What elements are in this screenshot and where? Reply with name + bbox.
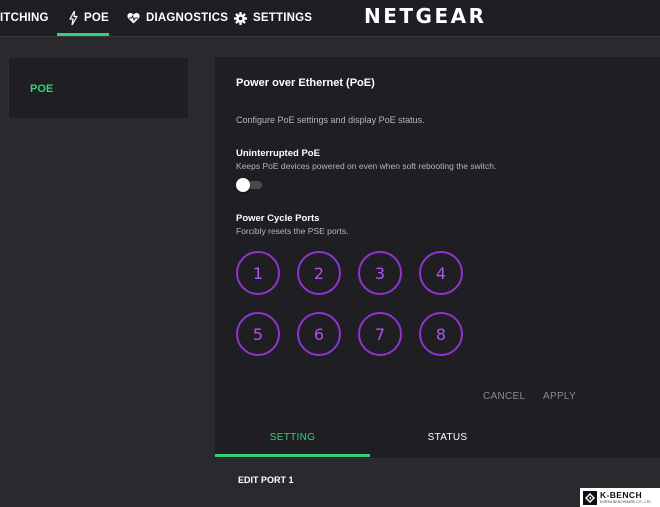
- toggle-knob: [236, 178, 250, 192]
- apply-button[interactable]: APPLY: [543, 391, 576, 402]
- netgear-logo: NETGEAR: [364, 4, 487, 28]
- uninterrupted-poe-description: Keeps PoE devices powered on even when s…: [236, 161, 497, 171]
- page-title: Power over Ethernet (PoE): [236, 77, 375, 89]
- page-description: Configure PoE settings and display PoE s…: [236, 115, 425, 125]
- sidebar: POE: [8, 57, 189, 119]
- nav-tab-settings[interactable]: SETTINGS: [234, 0, 312, 36]
- sidebar-item-poe[interactable]: POE: [30, 83, 53, 95]
- uninterrupted-poe-title: Uninterrupted PoE: [236, 148, 320, 159]
- port-button-4[interactable]: 4: [419, 251, 463, 295]
- power-cycle-ports-title: Power Cycle Ports: [236, 213, 320, 224]
- nav-tab-switching[interactable]: ITCHING: [0, 0, 48, 36]
- watermark-title: K-BENCH: [600, 490, 642, 500]
- port-button-3[interactable]: 3: [358, 251, 402, 295]
- nav-tab-poe[interactable]: POE: [57, 0, 109, 36]
- edit-port-title: EDIT PORT 1: [238, 475, 294, 485]
- port-button-2[interactable]: 2: [297, 251, 341, 295]
- port-button-5[interactable]: 5: [236, 312, 280, 356]
- cancel-button[interactable]: CANCEL: [483, 391, 525, 402]
- nav-divider: [0, 36, 660, 37]
- gear-icon: [234, 11, 247, 25]
- tab-status[interactable]: STATUS: [370, 417, 525, 457]
- port-button-8[interactable]: 8: [419, 312, 463, 356]
- nav-tab-switching-label: ITCHING: [0, 12, 49, 24]
- power-cycle-ports-description: Forcibly resets the PSE ports.: [236, 226, 349, 236]
- nav-tab-diagnostics-label: DIAGNOSTICS: [146, 12, 229, 24]
- port-button-7[interactable]: 7: [358, 312, 402, 356]
- watermark-subtitle: KOREA BENCHMARK CO., LTD.: [600, 499, 652, 504]
- heartbeat-icon: [127, 12, 140, 24]
- uninterrupted-poe-toggle[interactable]: [236, 178, 262, 192]
- kbench-logo-icon: [583, 490, 597, 505]
- nav-tab-diagnostics[interactable]: DIAGNOSTICS: [127, 0, 228, 36]
- port-button-6[interactable]: 6: [297, 312, 341, 356]
- kbench-watermark: K-BENCH KOREA BENCHMARK CO., LTD.: [580, 488, 660, 507]
- top-navigation: ITCHING POE DIAGNOSTICS SETTINGS NETGEAR: [0, 0, 660, 36]
- nav-tab-poe-label: POE: [84, 12, 109, 24]
- tab-setting[interactable]: SETTING: [215, 417, 370, 457]
- port-button-1[interactable]: 1: [236, 251, 280, 295]
- poe-settings-panel: Power over Ethernet (PoE) Configure PoE …: [215, 57, 660, 507]
- lightning-icon: [69, 11, 78, 25]
- nav-tab-settings-label: SETTINGS: [253, 12, 313, 24]
